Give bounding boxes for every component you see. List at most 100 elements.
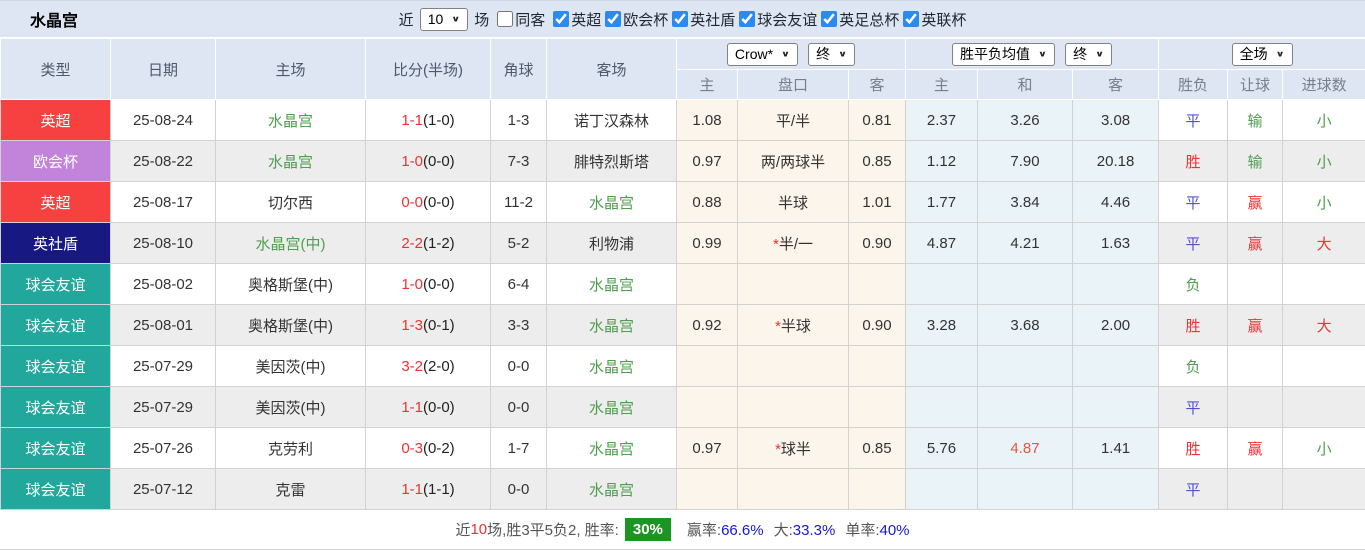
result-cell: 平 (1159, 223, 1228, 264)
ah-line-cell: *半/一 (738, 223, 849, 264)
corners-cell: 5-2 (491, 223, 547, 264)
half-time-score: (2-0) (423, 358, 455, 375)
ah-line-cell (738, 264, 849, 305)
league-badge: 英超 (1, 100, 111, 141)
match-date: 25-08-22 (111, 141, 216, 182)
league-checkbox[interactable] (605, 11, 621, 27)
odds-draw: 3.68 (978, 305, 1073, 346)
ah-result-cell: 赢 (1228, 182, 1283, 223)
filter-controls: 近 10 ∨ 场 同客 英超欧会杯英社盾球会友谊英足总杯英联杯 (399, 8, 967, 31)
score-cell: 2-2(1-2) (366, 223, 491, 264)
half-time-score: (0-0) (423, 194, 455, 211)
corners-cell: 11-2 (491, 182, 547, 223)
league-checkbox[interactable] (553, 11, 569, 27)
ah-home-odds: 0.97 (677, 428, 738, 469)
ah-line-cell: *球半 (738, 428, 849, 469)
goals-result-cell: 小 (1283, 141, 1365, 182)
bookmaker-status-select[interactable]: 终 ∨ (808, 43, 855, 66)
odds-avg-select[interactable]: 胜平负均值 ∨ (952, 43, 1055, 66)
league-badge: 英社盾 (1, 223, 111, 264)
league-badge: 球会友谊 (1, 428, 111, 469)
away-cell: 诺丁汉森林 (547, 100, 677, 141)
odds-draw: 3.26 (978, 100, 1073, 141)
match-count-select[interactable]: 10 ∨ (420, 8, 469, 31)
chevron-down-icon: ∨ (1095, 48, 1104, 61)
goals-result-cell (1283, 469, 1365, 510)
handicap-line-text: 半球 (781, 318, 811, 335)
league-label: 英联杯 (921, 9, 966, 30)
handicap-line-text: 球半 (781, 441, 811, 458)
same-venue-checkbox[interactable] (497, 11, 513, 27)
league-label: 英社盾 (690, 9, 735, 30)
subcol-odds-away: 客 (1073, 70, 1159, 100)
half-time-score: (0-0) (423, 399, 455, 416)
odds-away (1073, 387, 1159, 428)
page-title: 水晶宫 (30, 7, 78, 31)
bookmaker-select[interactable]: Crow* ∨ (727, 43, 798, 66)
subcol-ah-away: 客 (849, 70, 906, 100)
ah-line-cell (738, 469, 849, 510)
league-checkbox[interactable] (821, 11, 837, 27)
col-header-date: 日期 (111, 39, 216, 100)
ah-result-cell: 输 (1228, 100, 1283, 141)
stat-label: 单率: (845, 522, 879, 539)
home-cell: 水晶宫(中) (216, 223, 366, 264)
odds-status-select[interactable]: 终 ∨ (1065, 43, 1112, 66)
away-team-name: 腓特烈斯塔 (574, 154, 649, 171)
same-venue-filter: 同客 (495, 9, 545, 30)
ah-result-cell: 输 (1228, 141, 1283, 182)
match-row: 球会友谊25-07-29美因茨(中)1-1(0-0)0-0水晶宫平 (1, 387, 1365, 428)
away-team-name: 水晶宫 (589, 318, 634, 335)
goals-result-cell: 大 (1283, 223, 1365, 264)
league-filter: 英联杯 (901, 9, 966, 30)
odds-group-header: 胜平负均值 ∨ 终 ∨ (906, 39, 1159, 70)
full-time-score: 1-1 (401, 481, 423, 498)
away-cell: 水晶宫 (547, 264, 677, 305)
odds-away: 20.18 (1073, 141, 1159, 182)
result-cell: 平 (1159, 100, 1228, 141)
league-filter: 英超 (551, 9, 601, 30)
scope-select[interactable]: 全场 ∨ (1232, 43, 1293, 66)
odds-away: 4.46 (1073, 182, 1159, 223)
ah-away-odds (849, 264, 906, 305)
result-text: 负 (1186, 277, 1201, 294)
stat-value: 40% (880, 522, 910, 539)
ah-away-odds (849, 387, 906, 428)
odds-home (906, 387, 978, 428)
league-checkbox[interactable] (739, 11, 755, 27)
goals-result-cell: 小 (1283, 100, 1365, 141)
away-cell: 腓特烈斯塔 (547, 141, 677, 182)
away-team-name: 水晶宫 (589, 359, 634, 376)
chevron-down-icon: ∨ (838, 48, 847, 61)
ah-away-odds: 0.81 (849, 100, 906, 141)
matches-label: 场 (474, 9, 489, 30)
home-team-name: 美因茨(中) (256, 359, 326, 376)
odds-away (1073, 264, 1159, 305)
home-team-name: 克劳利 (268, 441, 313, 458)
handicap-line-text: 平/半 (776, 113, 810, 130)
full-time-score: 0-3 (401, 440, 423, 457)
result-cell: 平 (1159, 469, 1228, 510)
odds-home: 2.37 (906, 100, 978, 141)
goals-result-cell: 小 (1283, 182, 1365, 223)
ah-line-cell: 半球 (738, 182, 849, 223)
match-date: 25-07-29 (111, 387, 216, 428)
score-cell: 0-0(0-0) (366, 182, 491, 223)
handicap-line-text: 两/两球半 (761, 154, 825, 171)
home-team-name: 水晶宫 (268, 113, 313, 130)
summary-stat: 赢率:66.6% (687, 522, 764, 539)
summary-bar: 近 10 场,胜3平5负2, 胜率: 30% 赢率:66.6%大:33.3%单率… (0, 510, 1365, 550)
ah-home-odds: 0.92 (677, 305, 738, 346)
match-row: 欧会杯25-08-22水晶宫1-0(0-0)7-3腓特烈斯塔0.97两/两球半0… (1, 141, 1365, 182)
stat-label: 大: (774, 522, 793, 539)
league-checkbox[interactable] (903, 11, 919, 27)
away-cell: 利物浦 (547, 223, 677, 264)
summary-stat: 大:33.3% (774, 522, 836, 539)
ah-line-cell (738, 346, 849, 387)
result-cell: 负 (1159, 346, 1228, 387)
bookmaker-select-value: Crow* (735, 46, 773, 63)
summary-stats: 赢率:66.6% 大:33.3% 单率:40% (677, 519, 910, 540)
home-team-name: 奥格斯堡(中) (248, 277, 333, 294)
home-cell: 克劳利 (216, 428, 366, 469)
league-checkbox[interactable] (672, 11, 688, 27)
